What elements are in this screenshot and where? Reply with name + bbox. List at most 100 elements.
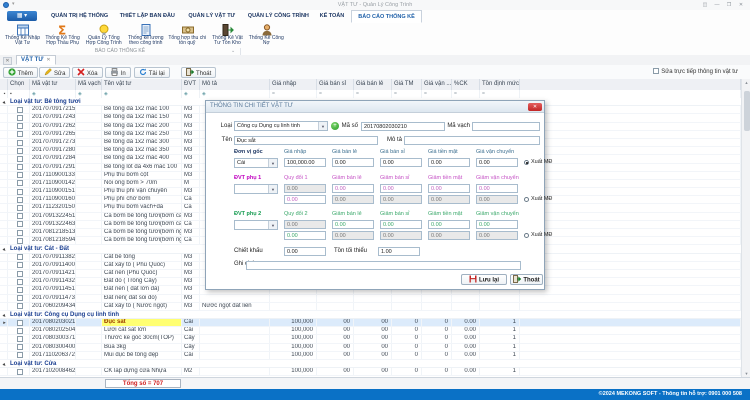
- unit-cell[interactable]: M3: [182, 303, 200, 310]
- barcode-cell[interactable]: [76, 204, 102, 211]
- select-cell[interactable]: [8, 229, 30, 236]
- row-checkbox[interactable]: [17, 369, 23, 375]
- minimize-icon[interactable]: —: [712, 2, 722, 9]
- barcode-cell[interactable]: [76, 221, 102, 228]
- table-row[interactable]: 20170802025041Lưỡi cắt sắt lớnCái100,000…: [0, 327, 741, 335]
- ton-toi-thieu-input[interactable]: 1.00: [378, 247, 420, 256]
- name-cell[interactable]: Nối ống bơm > 70m: [102, 180, 182, 187]
- gia-ban-si-cell[interactable]: 00: [317, 344, 354, 351]
- code-cell[interactable]: 20171109001339: [30, 172, 76, 179]
- code-cell[interactable]: 20170709114516: [30, 286, 76, 293]
- app-menu-button[interactable]: ▦ ▾: [7, 11, 37, 21]
- price-input-sub2-0-1[interactable]: 0.00: [332, 220, 374, 229]
- code-cell[interactable]: 20170913224639: [30, 221, 76, 228]
- code-cell[interactable]: 20171109001427: [30, 180, 76, 187]
- column-header-2[interactable]: Mã vạch: [76, 79, 102, 90]
- name-cell[interactable]: Đất nền( đất sỏi đỏ): [102, 295, 182, 302]
- gia-tm-cell[interactable]: [392, 295, 422, 302]
- column-header-6[interactable]: Giá nhập: [270, 79, 317, 90]
- unit-cell[interactable]: M3: [182, 270, 200, 277]
- price-input-sub2-0-3[interactable]: 0.00: [428, 220, 470, 229]
- gia-ban-si-cell[interactable]: [317, 295, 354, 302]
- table-row[interactable]: 20170709114732Đất nền( đất sỏi đỏ)M3: [0, 295, 741, 303]
- column-header-11[interactable]: %CK: [452, 79, 480, 90]
- name-cell[interactable]: Ca bơm bê tông tươi(bơm ngan...: [102, 229, 182, 236]
- price-input-base-0-4[interactable]: 0.00: [476, 158, 518, 167]
- price-input-sub2-1-3[interactable]: 0.00: [428, 231, 470, 240]
- gia-ban-si-cell[interactable]: 00: [317, 352, 354, 359]
- price-input-sub2-0-4[interactable]: 0.00: [476, 220, 518, 229]
- toolbar-button-xóa[interactable]: Xóa: [72, 67, 102, 78]
- gia-tm-cell[interactable]: 0: [392, 344, 422, 351]
- filter-cell-2[interactable]: ◈: [76, 90, 102, 98]
- code-cell[interactable]: 20170913224515: [30, 213, 76, 220]
- name-cell[interactable]: Cát xây tô ( Nước ngọt): [102, 303, 182, 310]
- select-cell[interactable]: [8, 286, 30, 293]
- select-cell[interactable]: [8, 147, 30, 154]
- tabstrip-close-icon[interactable]: ✕: [3, 57, 12, 65]
- row-checkbox[interactable]: [17, 254, 23, 260]
- gia-van-chuyen-cell[interactable]: 0: [422, 319, 452, 326]
- gia-nhap-cell[interactable]: [270, 303, 317, 310]
- maximize-icon[interactable]: ❐: [724, 2, 734, 9]
- row-checkbox[interactable]: [17, 336, 23, 342]
- ck-cell[interactable]: 0.00: [452, 352, 480, 359]
- unit-cell[interactable]: Cái: [182, 327, 200, 334]
- group-row[interactable]: ▸Loại vật tư: Cửa: [0, 360, 741, 368]
- gia-nhap-cell[interactable]: 100,000: [270, 368, 317, 375]
- desc-cell[interactable]: Nước ngọt đất liền: [200, 303, 270, 310]
- code-cell[interactable]: 20170709172802: [30, 147, 76, 154]
- code-cell[interactable]: 20170709172158: [30, 106, 76, 113]
- code-cell[interactable]: 20171109001514: [30, 188, 76, 195]
- row-checkbox[interactable]: [17, 328, 23, 334]
- barcode-cell[interactable]: [76, 188, 102, 195]
- unit-cell[interactable]: M3: [182, 254, 200, 261]
- unit-combo-sub2[interactable]: ▼: [234, 220, 278, 230]
- gia-nhap-cell[interactable]: 100,000: [270, 335, 317, 342]
- price-input-sub1-0-3[interactable]: 0.00: [428, 184, 470, 193]
- column-header-4[interactable]: ĐVT: [182, 79, 200, 90]
- barcode-cell[interactable]: [76, 262, 102, 269]
- ribbon-button-1[interactable]: ΣThống Kê Tổng Hợp Thầu Phụ: [43, 24, 82, 48]
- ton-dinh-muc-cell[interactable]: 1: [480, 335, 520, 342]
- column-header-12[interactable]: Tồn định mức: [480, 79, 520, 90]
- row-checkbox[interactable]: [17, 352, 23, 358]
- ck-cell[interactable]: 0.00: [452, 327, 480, 334]
- row-checkbox[interactable]: [17, 262, 23, 268]
- row-checkbox[interactable]: [17, 172, 23, 178]
- unit-cell[interactable]: Ca: [182, 204, 200, 211]
- code-cell[interactable]: 20171020084622: [30, 368, 76, 375]
- barcode-cell[interactable]: [76, 213, 102, 220]
- ton-dinh-muc-cell[interactable]: 1: [480, 344, 520, 351]
- select-cell[interactable]: [8, 204, 30, 211]
- ck-cell[interactable]: [452, 295, 480, 302]
- barcode-cell[interactable]: [76, 303, 102, 310]
- gia-ban-si-cell[interactable]: 00: [317, 327, 354, 334]
- ribbon-tab-2[interactable]: QUẢN LÝ VẬT TƯ: [182, 10, 241, 23]
- row-checkbox[interactable]: [17, 164, 23, 170]
- name-cell[interactable]: Đất nền ( đất lớn đá): [102, 286, 182, 293]
- select-cell[interactable]: [8, 213, 30, 220]
- gia-nhap-cell[interactable]: 100,000: [270, 352, 317, 359]
- ck-cell[interactable]: [452, 303, 480, 310]
- unit-cell[interactable]: M3: [182, 147, 200, 154]
- code-cell[interactable]: 20171102063727: [30, 352, 76, 359]
- filter-cell-3[interactable]: ◈: [102, 90, 182, 98]
- price-input-sub1-0-2[interactable]: 0.00: [380, 184, 422, 193]
- filter-cell-7[interactable]: =: [317, 90, 354, 98]
- barcode-cell[interactable]: [76, 196, 102, 203]
- unit-cell[interactable]: M3: [182, 229, 200, 236]
- barcode-cell[interactable]: [76, 180, 102, 187]
- ten-input[interactable]: Đục sắt: [234, 136, 378, 145]
- gia-nhap-cell[interactable]: 100,000: [270, 319, 317, 326]
- name-cell[interactable]: Phụ thu bơm cột: [102, 172, 182, 179]
- barcode-cell[interactable]: [76, 295, 102, 302]
- row-checkbox[interactable]: [17, 295, 23, 301]
- unit-combo-sub1[interactable]: ▼: [234, 184, 278, 194]
- save-button[interactable]: Lưu lại: [461, 274, 507, 285]
- unit-cell[interactable]: Cây: [182, 335, 200, 342]
- tab-vat-tu[interactable]: VẬT TƯ✕: [16, 55, 56, 65]
- toolbar-button-thoát[interactable]: Thoát: [181, 67, 216, 78]
- table-row[interactable]: 20171102063727Mũi đục bê tông dẹpCái100,…: [0, 352, 741, 360]
- select-cell[interactable]: [8, 278, 30, 285]
